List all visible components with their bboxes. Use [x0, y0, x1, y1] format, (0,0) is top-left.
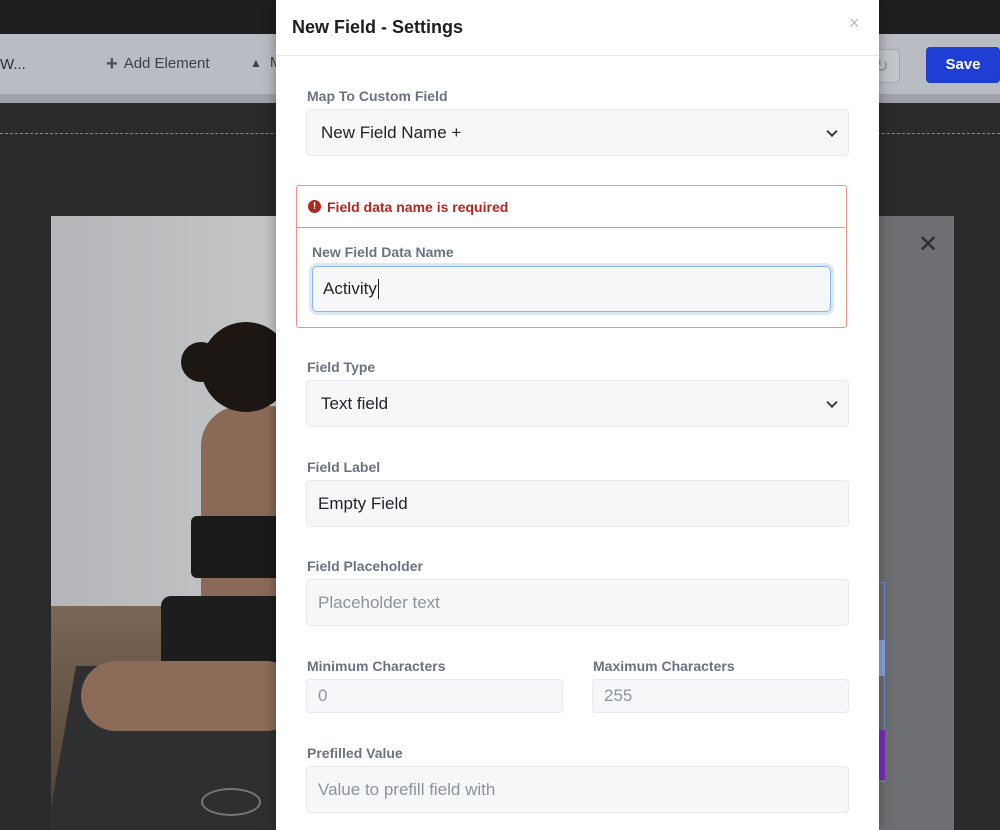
chevron-down-icon	[826, 396, 838, 408]
field-placeholder-input[interactable]: Placeholder text	[306, 579, 849, 626]
yoga-photo	[51, 216, 281, 830]
field-placeholder-label: Field Placeholder	[307, 558, 423, 574]
map-custom-field-value: New Field Name +	[321, 122, 462, 142]
data-name-value: Activity	[323, 279, 377, 298]
chevron-up-icon: ▲	[250, 55, 262, 70]
min-chars-input[interactable]: 0	[306, 679, 563, 713]
error-banner: ! Field data name is required	[297, 186, 845, 228]
field-type-label: Field Type	[307, 359, 376, 375]
max-chars-placeholder: 255	[604, 686, 633, 705]
field-label-input[interactable]: Empty Field	[306, 480, 849, 527]
field-settings-modal: New Field - Settings × Map To Custom Fie…	[276, 0, 879, 830]
prefilled-input[interactable]: Value to prefill field with	[306, 766, 849, 813]
prefilled-label: Prefilled Value	[307, 745, 403, 761]
data-name-error-group: ! Field data name is required New Field …	[296, 185, 847, 328]
map-custom-field-select[interactable]: New Field Name +	[306, 109, 849, 156]
field-placeholder-text: Placeholder text	[318, 592, 440, 612]
max-chars-label: Maximum Characters	[593, 658, 735, 674]
data-name-input[interactable]: Activity	[312, 266, 831, 312]
map-custom-field-label: Map To Custom Field	[307, 88, 448, 104]
field-type-value: Text field	[321, 393, 389, 413]
max-chars-input[interactable]: 255	[592, 679, 849, 713]
field-type-select[interactable]: Text field	[306, 380, 849, 427]
min-chars-placeholder: 0	[318, 686, 328, 705]
chevron-down-icon	[826, 125, 838, 137]
min-chars-label: Minimum Characters	[307, 658, 446, 674]
popup-close-icon[interactable]: ✕	[918, 230, 938, 259]
add-element-button[interactable]: + Add Element	[106, 52, 210, 75]
close-icon[interactable]: ×	[849, 13, 860, 34]
save-button[interactable]: Save	[926, 47, 1000, 83]
exclamation-icon: !	[308, 200, 321, 213]
modal-header: New Field - Settings ×	[276, 0, 879, 56]
text-caret	[377, 279, 379, 299]
preview-input-sliver	[879, 640, 885, 676]
field-label-value: Empty Field	[318, 493, 408, 513]
field-label-label: Field Label	[307, 459, 381, 475]
error-message: Field data name is required	[327, 199, 509, 215]
data-name-label: New Field Data Name	[312, 244, 454, 260]
modal-title: New Field - Settings	[292, 17, 464, 37]
prefilled-placeholder: Value to prefill field with	[318, 779, 496, 799]
page-name[interactable]: W...	[0, 56, 26, 73]
plus-icon: +	[106, 52, 118, 75]
add-element-label: Add Element	[123, 55, 210, 72]
preview-button-sliver	[879, 730, 885, 780]
